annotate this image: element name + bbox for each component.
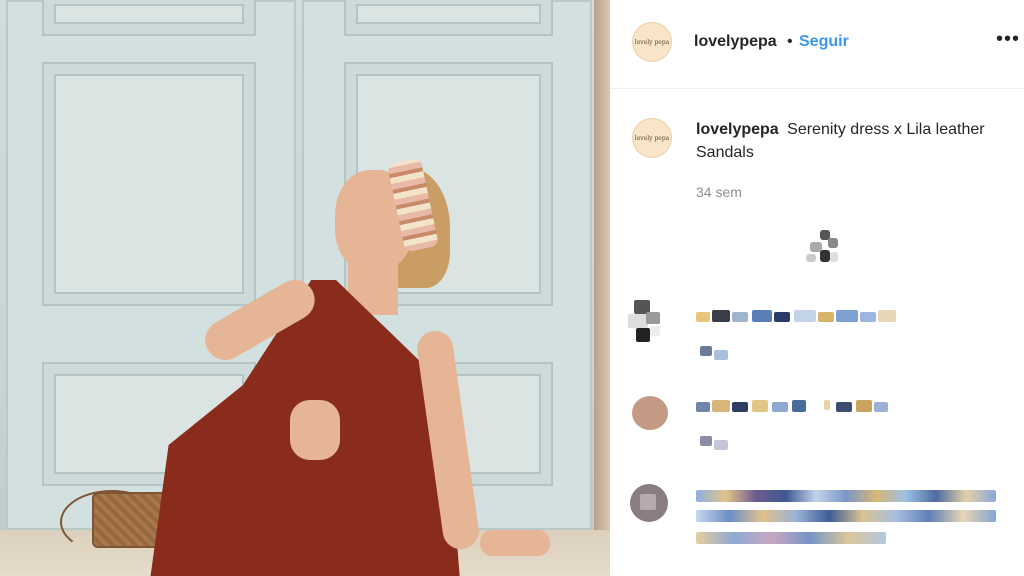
post-photo[interactable]	[0, 0, 610, 576]
caption-avatar[interactable]: lovely pepa	[632, 118, 672, 158]
caption-username[interactable]: lovelypepa	[696, 121, 779, 138]
wall-edge	[594, 0, 610, 576]
avatar-logo-text: lovely pepa	[634, 134, 670, 142]
door-panel	[42, 62, 256, 306]
post-header: lovely pepa lovelypepa • Seguir •••	[610, 0, 1024, 89]
avatar-logo-text: lovely pepa	[634, 38, 670, 46]
door-panel	[344, 0, 553, 36]
post-timestamp[interactable]: 34 sem	[696, 184, 742, 200]
post-sidebar: lovely pepa lovelypepa • Seguir ••• love…	[610, 0, 1024, 576]
caption: lovelypepa Serenity dress x Lila leather…	[696, 118, 996, 164]
loading-spinner-icon	[806, 230, 842, 266]
avatar[interactable]: lovely pepa	[632, 22, 672, 62]
separator-dot: •	[787, 33, 793, 50]
hand	[290, 400, 340, 460]
header-username[interactable]: lovelypepa	[694, 33, 777, 51]
follow-button[interactable]: Seguir	[799, 33, 849, 51]
hand	[480, 530, 550, 556]
door-panel	[42, 0, 256, 36]
more-options-icon[interactable]: •••	[996, 28, 1020, 51]
